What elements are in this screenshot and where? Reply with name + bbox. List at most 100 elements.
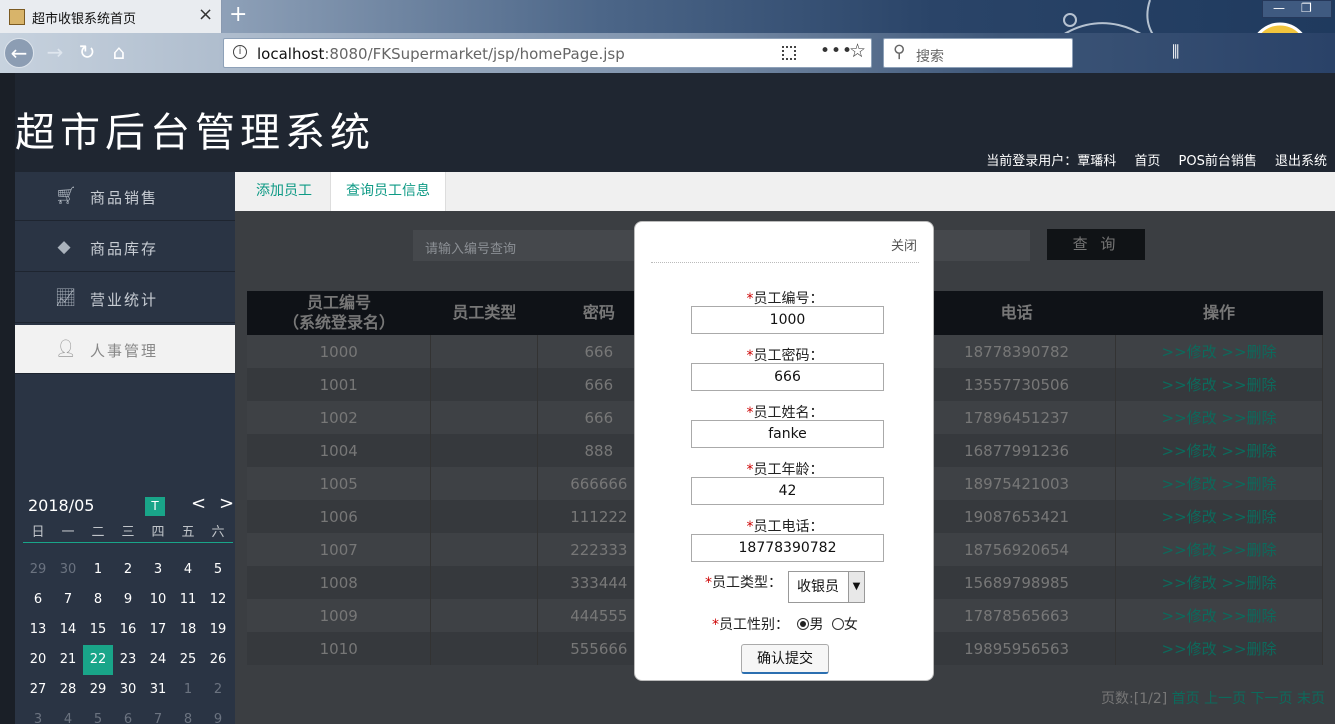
back-icon[interactable]: ← [4,38,34,68]
reload-icon[interactable]: ↻ [72,38,102,68]
calendar-day[interactable]: 6 [23,585,53,615]
window-buttons[interactable]: — ❐ [1262,0,1332,18]
pos-link[interactable]: POS前台销售 [1179,154,1257,169]
delete-link[interactable]: >>删除 [1221,607,1276,625]
gender-male-radio[interactable] [797,618,810,630]
employee-name-input[interactable]: fanke [691,420,884,448]
calendar-day[interactable]: 7 [143,705,173,724]
employee-age-input[interactable]: 42 [691,477,884,505]
sidebar-item-personnel[interactable]: 👤︎ 人事管理 [15,325,235,374]
restore-icon[interactable]: ❐ [1301,1,1312,15]
gender-female-radio[interactable] [831,618,844,630]
submit-button[interactable]: 确认提交 [741,644,829,674]
tab-close-icon[interactable]: × [198,4,213,25]
forward-icon[interactable]: → [40,38,70,68]
delete-link[interactable]: >>删除 [1221,574,1276,592]
calendar-day[interactable]: 17 [143,615,173,645]
edit-link[interactable]: >>修改 [1162,343,1217,361]
calendar-day[interactable]: 11 [173,585,203,615]
calendar-day[interactable]: 19 [203,615,233,645]
calendar-day[interactable]: 25 [173,645,203,675]
calendar-day[interactable]: 1 [83,555,113,585]
calendar-day[interactable]: 10 [143,585,173,615]
calendar-day[interactable]: 26 [203,645,233,675]
calendar-next-icon[interactable]: > [219,493,234,514]
home-link[interactable]: 首页 [1134,154,1160,169]
gender-male-label[interactable]: 男 [809,617,823,633]
qr-code-icon[interactable] [782,46,796,60]
calendar-day[interactable]: 31 [143,675,173,705]
edit-link[interactable]: >>修改 [1162,376,1217,394]
bookmark-star-icon[interactable]: ☆ [849,40,866,62]
edit-link[interactable]: >>修改 [1162,442,1217,460]
calendar-day[interactable]: 24 [143,645,173,675]
new-tab-icon[interactable]: + [229,2,247,27]
calendar-day[interactable]: 2 [203,675,233,705]
today-button[interactable]: T [145,497,165,516]
first-page-link[interactable]: 首页 [1172,691,1200,707]
sidebar-item-inventory[interactable]: ◆ 商品库存 [15,223,235,272]
calendar-day[interactable]: 8 [83,585,113,615]
calendar-day[interactable]: 30 [113,675,143,705]
browser-tab[interactable]: 超市收银系统首页 × [0,0,222,33]
calendar-day[interactable]: 18 [173,615,203,645]
calendar-day[interactable]: 14 [53,615,83,645]
calendar-day[interactable]: 16 [113,615,143,645]
calendar-day[interactable]: 7 [53,585,83,615]
calendar-day[interactable]: 4 [173,555,203,585]
calendar-day[interactable]: 8 [173,705,203,724]
calendar-day[interactable]: 9 [203,705,233,724]
calendar-day[interactable]: 29 [83,675,113,705]
calendar-day[interactable]: 3 [143,555,173,585]
calendar-day[interactable]: 28 [53,675,83,705]
sidebar-item-sales[interactable]: 🛒︎ 商品销售 [15,172,235,221]
home-icon[interactable]: ⌂ [104,38,134,68]
gender-female-label[interactable]: 女 [844,617,858,633]
calendar-day[interactable]: 29 [23,555,53,585]
prev-page-link[interactable]: 上一页 [1204,691,1246,707]
calendar-day[interactable]: 3 [23,705,53,724]
calendar-day[interactable]: 30 [53,555,83,585]
edit-link[interactable]: >>修改 [1162,541,1217,559]
library-icon[interactable]: ⫼ [1172,42,1179,62]
logout-link[interactable]: 退出系统 [1275,154,1327,169]
address-bar[interactable]: i localhost:8080/FKSupermarket/jsp/homeP… [223,38,872,68]
delete-link[interactable]: >>删除 [1221,442,1276,460]
calendar-day[interactable]: 9 [113,585,143,615]
dialog-close-button[interactable]: 关闭 [891,235,917,254]
calendar-prev-icon[interactable]: < [191,493,206,514]
calendar-day[interactable]: 15 [83,615,113,645]
calendar-day[interactable]: 13 [23,615,53,645]
edit-link[interactable]: >>修改 [1162,574,1217,592]
minimize-icon[interactable]: — [1273,1,1285,15]
delete-link[interactable]: >>删除 [1221,376,1276,394]
employee-id-input[interactable]: 1000 [691,306,884,334]
tab-query-employee[interactable]: 查询员工信息 [330,172,446,212]
calendar-day[interactable]: 23 [113,645,143,675]
delete-link[interactable]: >>删除 [1221,640,1276,658]
tab-add-employee[interactable]: 添加员工 [241,172,327,211]
next-page-link[interactable]: 下一页 [1251,691,1293,707]
calendar-day[interactable]: 4 [53,705,83,724]
delete-link[interactable]: >>删除 [1221,541,1276,559]
browser-search-box[interactable]: ⚲ 搜索 [883,38,1073,68]
delete-link[interactable]: >>删除 [1221,343,1276,361]
calendar-day[interactable]: 1 [173,675,203,705]
employee-password-input[interactable]: 666 [691,363,884,391]
query-button[interactable]: 查 询 [1047,229,1145,260]
calendar-day[interactable]: 21 [53,645,83,675]
calendar-day[interactable]: 2 [113,555,143,585]
calendar-day[interactable]: 20 [23,645,53,675]
calendar-day[interactable]: 27 [23,675,53,705]
calendar-day[interactable]: 5 [83,705,113,724]
sidebar-item-statistics[interactable]: 📈︎ 营业统计 [15,274,235,323]
info-icon[interactable]: i [233,45,247,59]
edit-link[interactable]: >>修改 [1162,409,1217,427]
calendar-day[interactable]: 22 [83,645,113,675]
delete-link[interactable]: >>删除 [1221,409,1276,427]
calendar-day[interactable]: 12 [203,585,233,615]
delete-link[interactable]: >>删除 [1221,475,1276,493]
calendar-day[interactable]: 5 [203,555,233,585]
calendar-day[interactable]: 6 [113,705,143,724]
url-text[interactable]: localhost:8080/FKSupermarket/jsp/homePag… [257,45,625,63]
